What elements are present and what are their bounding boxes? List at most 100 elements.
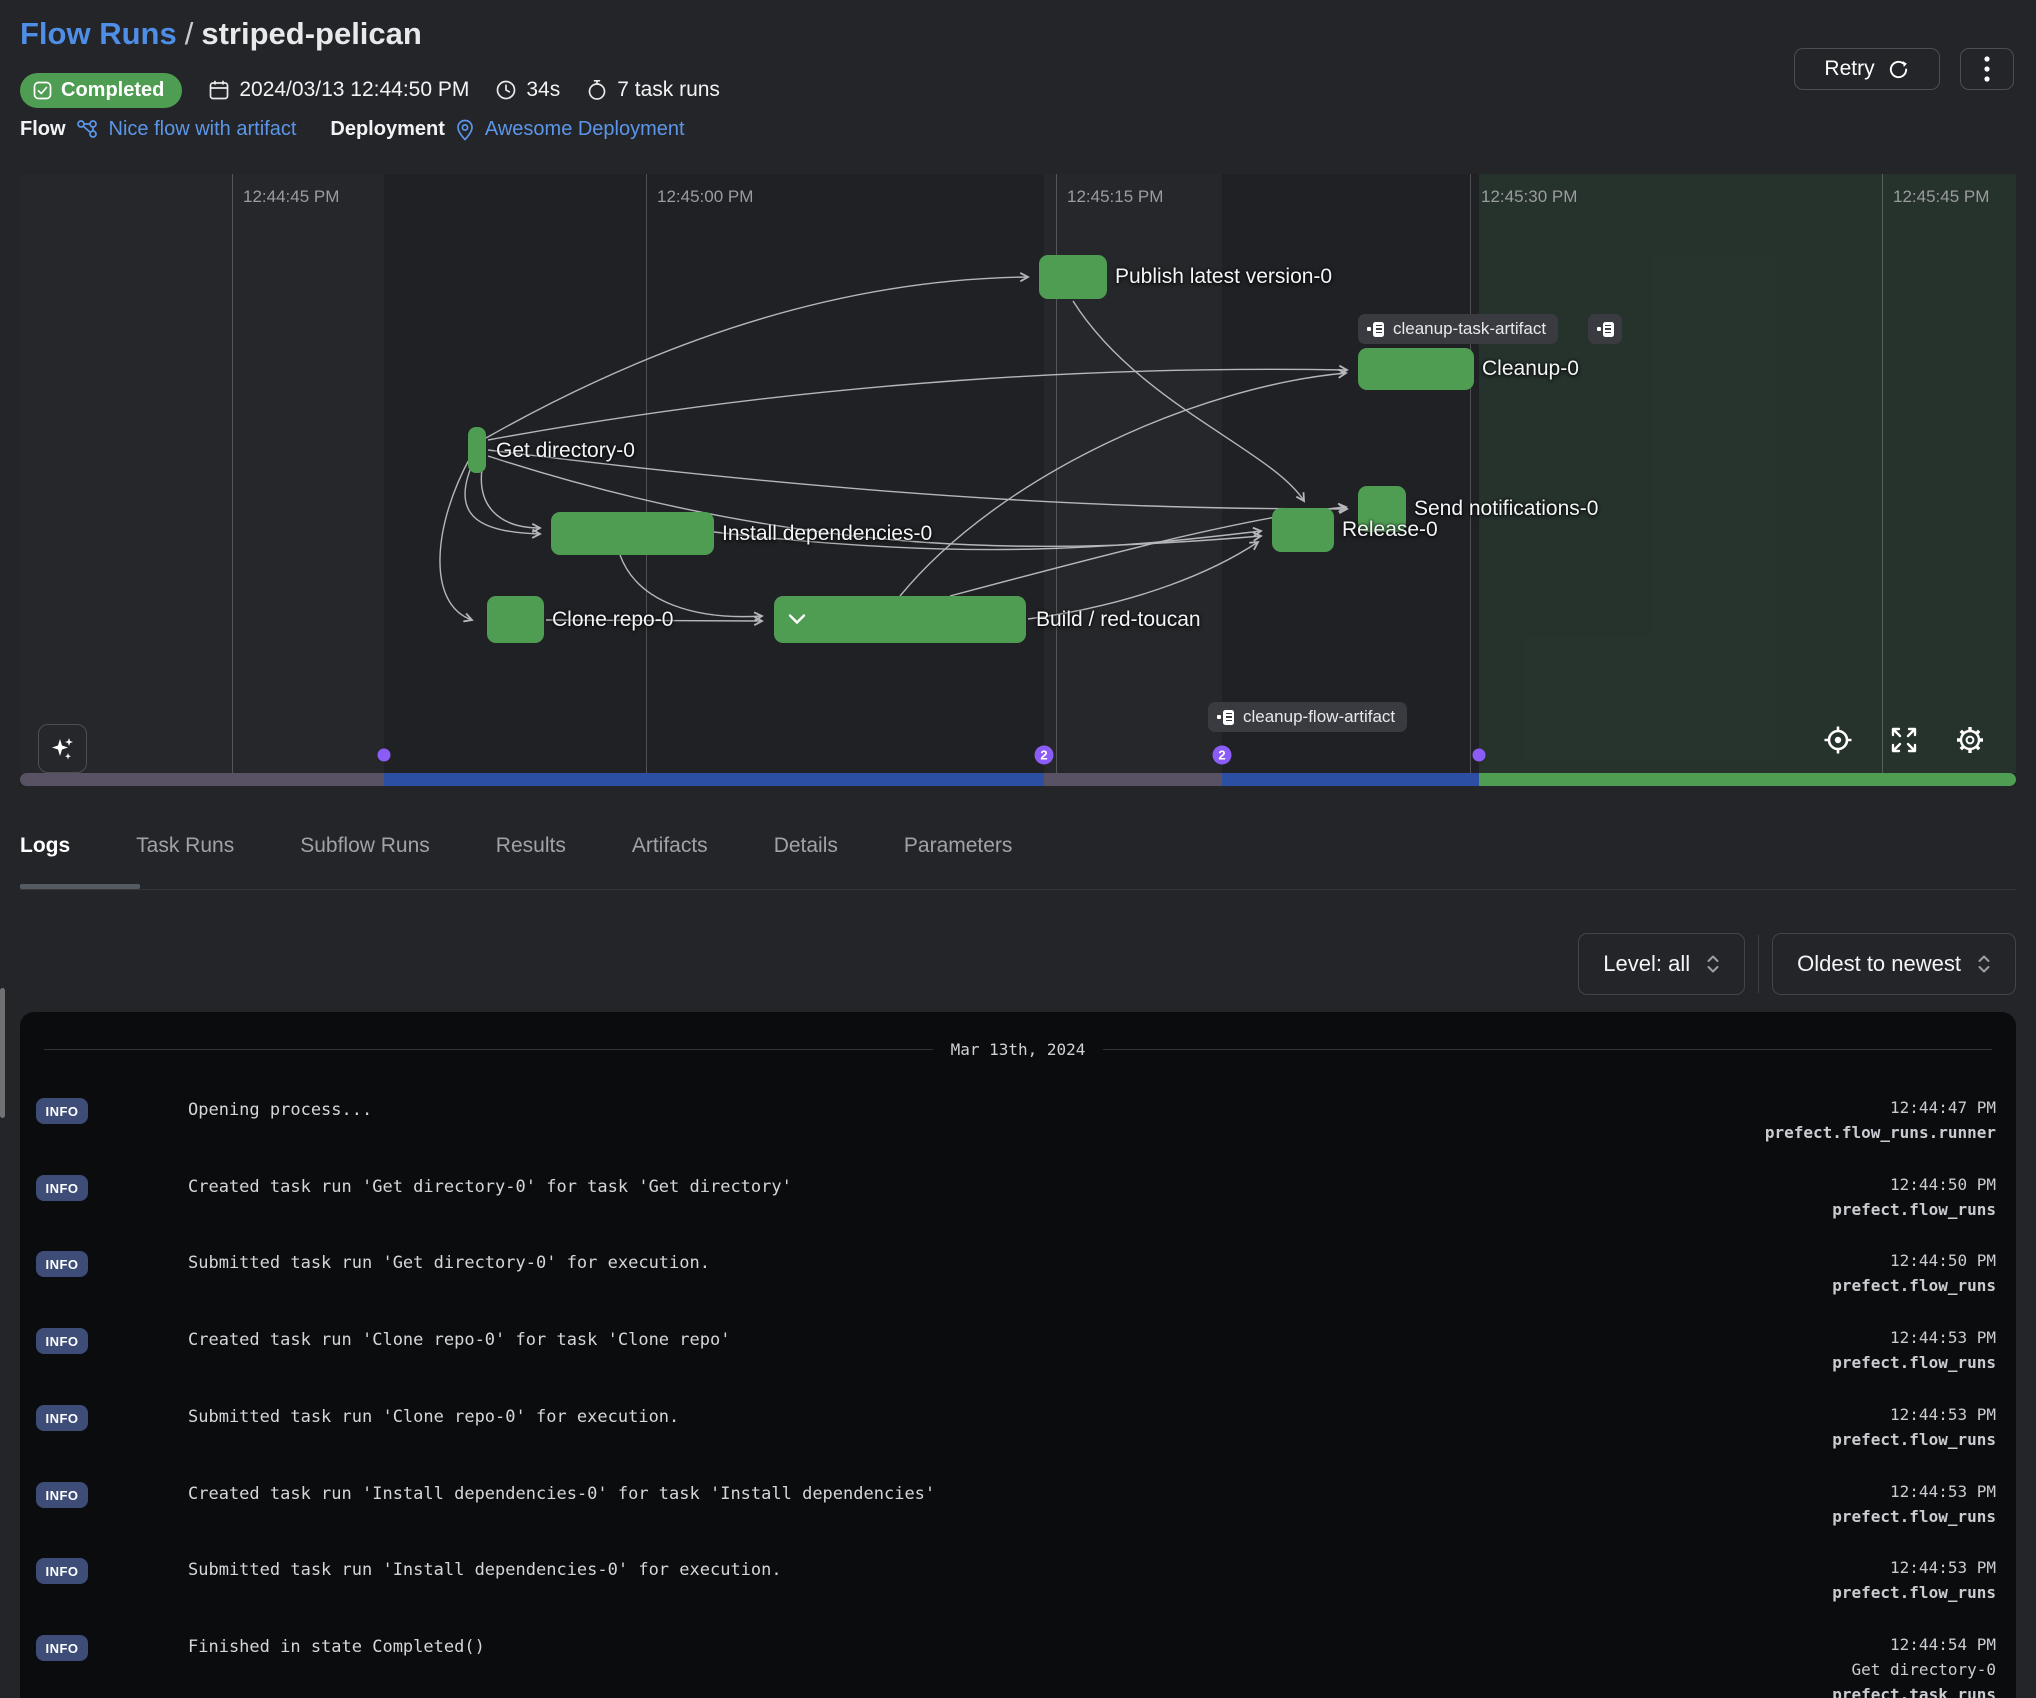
artifact-marker[interactable] [378,749,391,762]
log-row: INFO Finished in state Completed() 12:44… [36,1632,1996,1698]
log-row: INFO Submitted task run 'Clone repo-0' f… [36,1402,1996,1479]
log-task-run-name: Get directory-0 [1852,1660,1997,1679]
log-row: INFO Created task run 'Get directory-0' … [36,1172,1996,1249]
log-level-badge: INFO [36,1635,88,1661]
deployment-name-link[interactable]: Awesome Deployment [485,118,685,141]
minimap-segment [20,773,384,786]
log-message: Opening process... [188,1095,1765,1126]
log-level-select[interactable]: Level: all [1578,933,1745,995]
subflow-node-build-red-toucan[interactable] [774,596,1026,643]
filters-divider [1758,935,1759,993]
start-time: 2024/03/13 12:44:50 PM [208,78,469,102]
log-level-badge: INFO [36,1175,88,1201]
tab-subflow-runs[interactable]: Subflow Runs [300,834,430,858]
log-logger: prefect.flow_runs [1832,1200,1996,1219]
task-node-install-dependencies[interactable] [551,512,714,555]
log-row: INFO Created task run 'Clone repo-0' for… [36,1325,1996,1402]
task-node-release[interactable] [1272,508,1334,552]
breadcrumb: Flow Runs/striped-pelican [20,16,422,52]
artifact-badge-cleanup-flow[interactable]: cleanup-flow-artifact [1208,702,1407,732]
task-runs-icon [586,79,608,101]
graph-settings-gear-icon[interactable] [1954,724,1986,756]
artifact-icon [1217,710,1234,725]
flow-icon [76,119,99,140]
task-node-label: Install dependencies-0 [722,522,932,546]
tab-task-runs[interactable]: Task Runs [136,834,234,858]
log-sort-select[interactable]: Oldest to newest [1772,933,2016,995]
log-level-badge: INFO [36,1482,88,1508]
tabs-divider [20,889,2016,890]
more-actions-button[interactable] [1960,48,2014,90]
task-node-clone-repo[interactable] [487,596,544,643]
log-date-divider: Mar 13th, 2024 [44,1040,1992,1059]
log-message: Submitted task run 'Clone repo-0' for ex… [188,1402,1832,1433]
timeline-minimap[interactable] [20,773,2016,786]
log-timestamp: 12:44:53 PM [1890,1558,1996,1577]
tab-results[interactable]: Results [496,834,566,858]
log-timestamp: 12:44:50 PM [1890,1251,1996,1270]
task-run-count: 7 task runs [586,78,720,102]
log-level-badge: INFO [36,1328,88,1354]
flow-deployment-row: Flow Nice flow with artifact Deployment … [20,118,685,141]
breadcrumb-flow-runs-link[interactable]: Flow Runs [20,16,177,51]
artifact-marker[interactable] [1473,749,1486,762]
flow-label: Flow [20,118,66,141]
tab-details[interactable]: Details [774,834,838,858]
log-timestamp: 12:44:53 PM [1890,1328,1996,1347]
log-message: Created task run 'Install dependencies-0… [188,1479,1832,1510]
tab-logs[interactable]: Logs [20,834,70,858]
recenter-target-icon[interactable] [1822,724,1854,756]
minimap-segment [1479,773,2016,786]
log-message: Finished in state Completed() [188,1632,1832,1663]
log-message: Submitted task run 'Install dependencies… [188,1555,1832,1586]
log-message: Created task run 'Get directory-0' for t… [188,1172,1832,1203]
log-timestamp: 12:44:53 PM [1890,1482,1996,1501]
log-row: INFO Submitted task run 'Get directory-0… [36,1248,1996,1325]
status-badge: Completed [20,73,182,108]
log-timestamp: 12:44:53 PM [1890,1405,1996,1424]
run-meta-row: Completed 2024/03/13 12:44:50 PM 34s 7 t… [20,70,720,110]
log-level-badge: INFO [36,1098,88,1124]
artifact-badge-cleanup-task[interactable]: cleanup-task-artifact [1358,314,1558,344]
sparkles-icon [49,735,77,763]
minimap-segment [1222,773,1479,786]
task-node-label: Publish latest version-0 [1115,265,1332,289]
tab-parameters[interactable]: Parameters [904,834,1013,858]
duration: 34s [495,78,560,102]
log-row: INFO Submitted task run 'Install depende… [36,1555,1996,1632]
clock-icon [495,79,517,101]
task-node-get-directory[interactable] [468,427,486,473]
log-logger: prefect.flow_runs [1832,1430,1996,1449]
log-filters: Level: all Oldest to newest [1578,933,2016,995]
task-node-cleanup[interactable] [1358,348,1474,390]
artifact-icon [1367,322,1384,337]
tab-artifacts[interactable]: Artifacts [632,834,708,858]
log-logger: prefect.flow_runs [1832,1353,1996,1372]
log-level-badge: INFO [36,1251,88,1277]
log-message: Created task run 'Clone repo-0' for task… [188,1325,1832,1356]
retry-refresh-icon [1887,58,1910,81]
task-run-graph[interactable]: 12:44:45 PM 12:45:00 PM 12:45:15 PM 12:4… [20,174,2016,786]
chevron-down-icon[interactable] [788,613,806,625]
breadcrumb-separator: / [185,16,194,51]
log-level-badge: INFO [36,1558,88,1584]
fullscreen-icon[interactable] [1889,725,1919,755]
log-logger: prefect.flow_runs [1832,1276,1996,1295]
log-timestamp: 12:44:47 PM [1890,1098,1996,1117]
artifact-badge-icon-only[interactable] [1588,314,1622,344]
page-scrollbar[interactable] [0,988,5,1118]
retry-button[interactable]: Retry [1794,48,1940,90]
deployment-pin-icon [455,119,475,141]
chevron-updown-icon [1706,954,1720,974]
subflow-node-label: Build / red-toucan [1036,608,1201,632]
artifact-marker-count[interactable]: 2 [1035,746,1054,765]
artifact-marker-count[interactable]: 2 [1213,746,1232,765]
task-node-publish-latest-version[interactable] [1039,255,1107,299]
calendar-icon [208,79,230,101]
minimap-segment [384,773,1044,786]
page-title: striped-pelican [201,16,422,51]
dependency-edges [20,174,2016,786]
graph-ai-sparkles-button[interactable] [38,724,87,773]
flow-name-link[interactable]: Nice flow with artifact [109,118,297,141]
log-logger: prefect.flow_runs.runner [1765,1123,1996,1142]
